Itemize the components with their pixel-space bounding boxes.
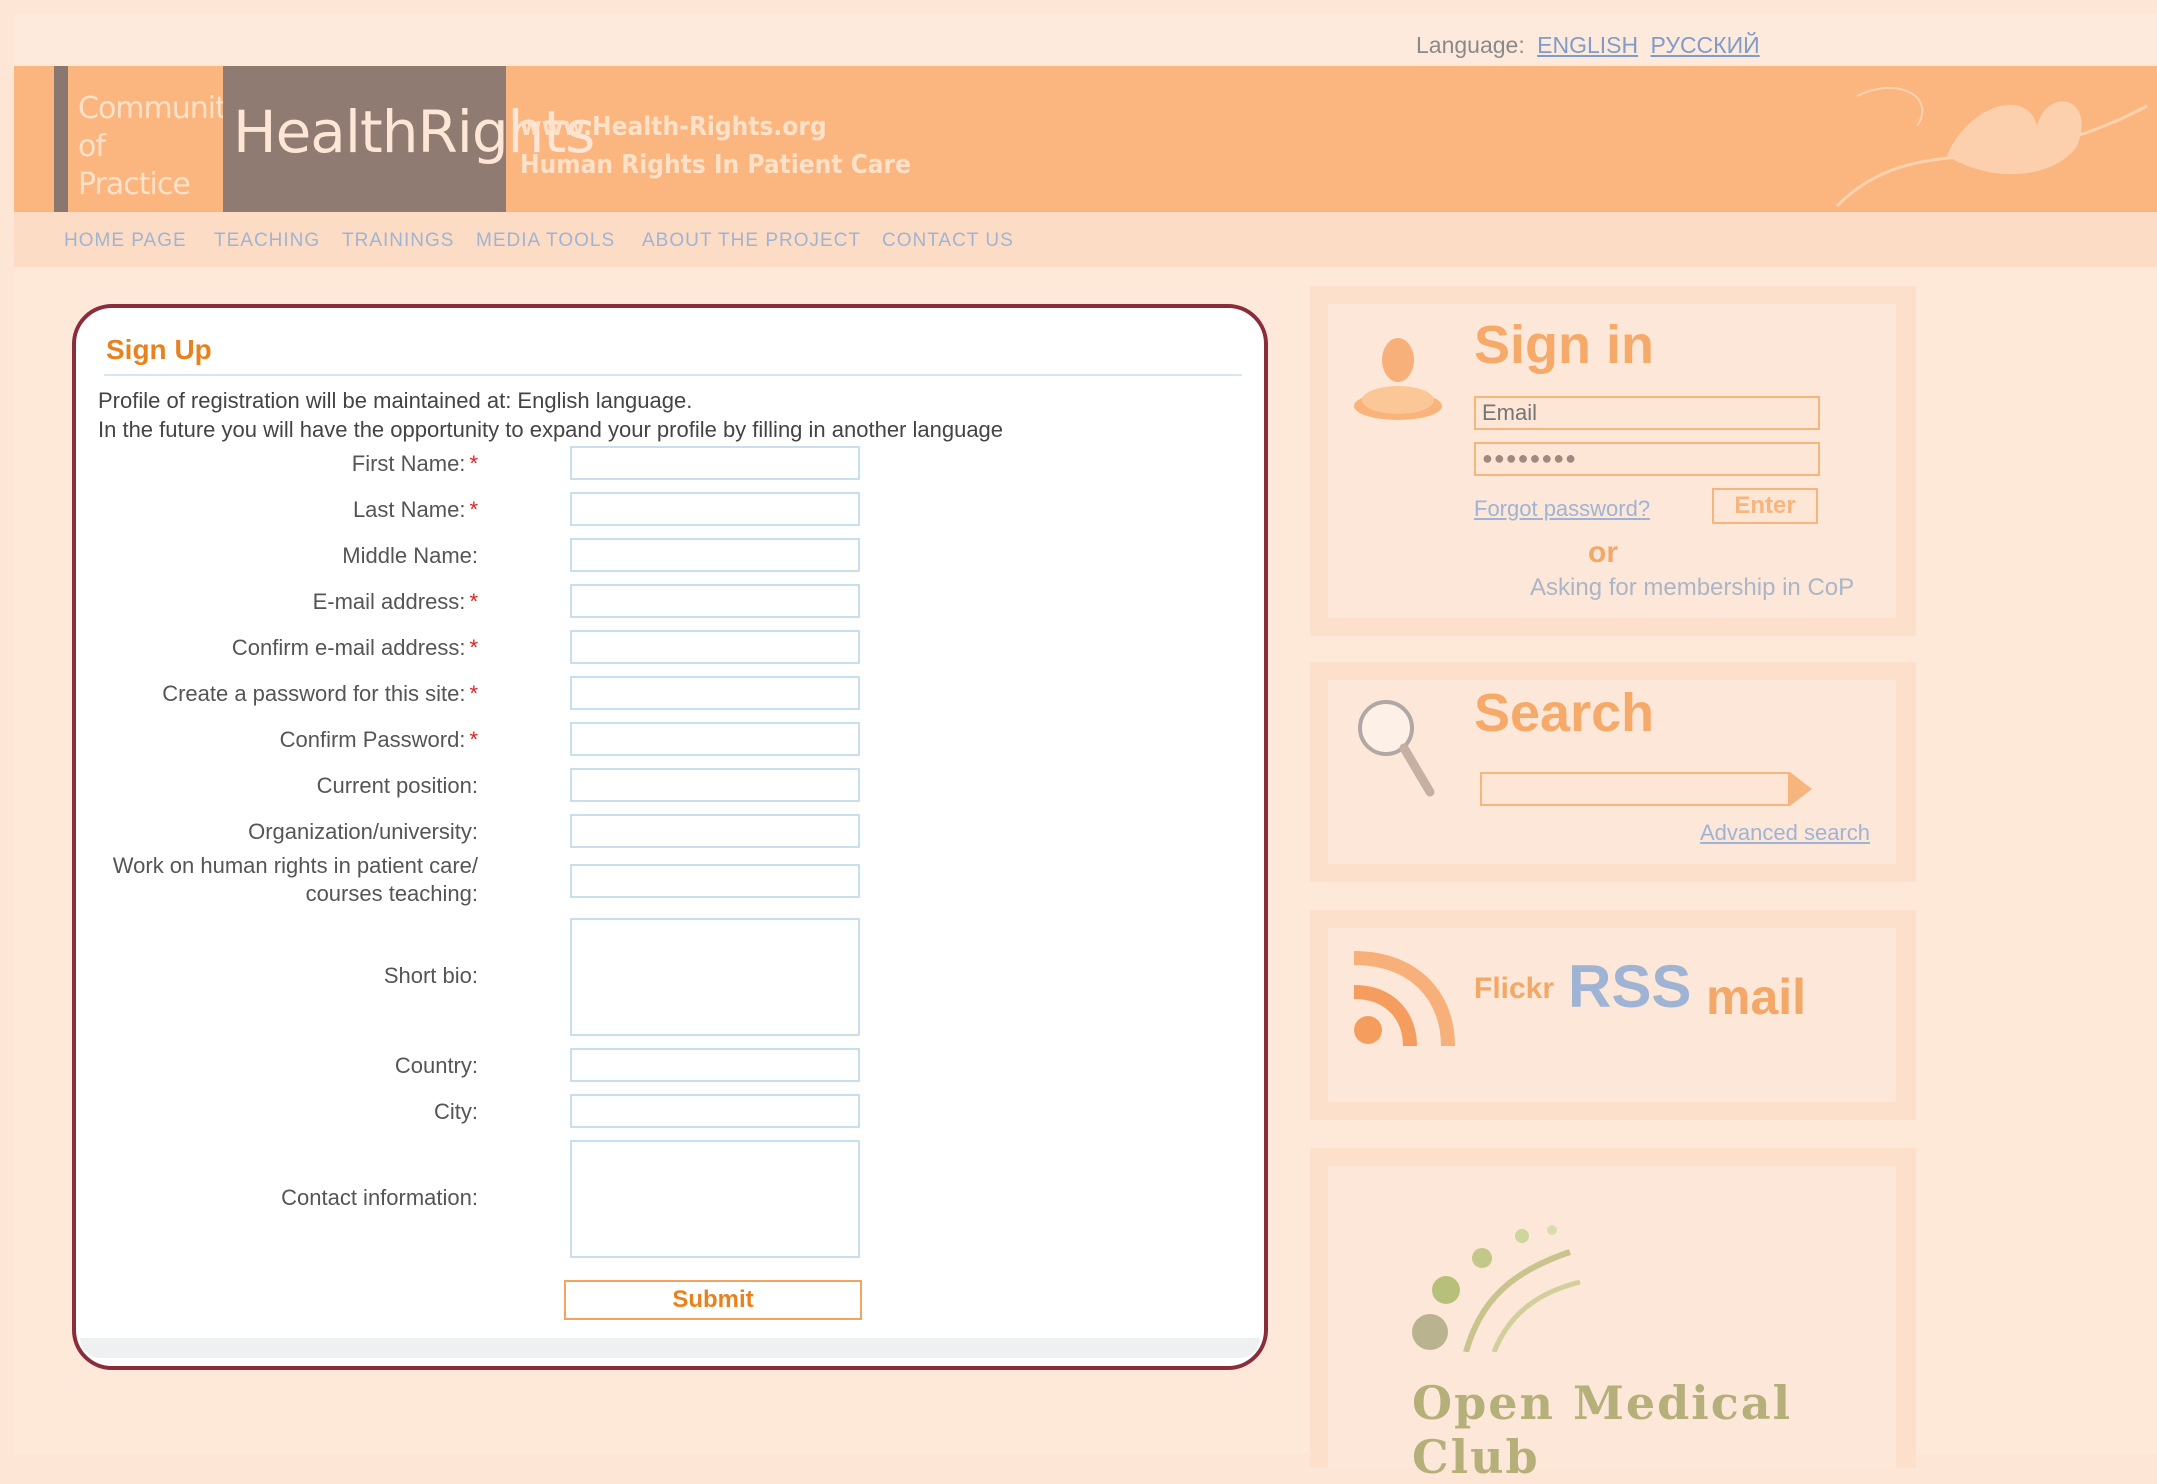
site-url: www.Health-Rights.org <box>520 112 827 142</box>
nav-trainings[interactable]: TRAININGS <box>342 230 454 252</box>
or-label: or <box>1588 536 1618 569</box>
required-mark: * <box>469 451 478 476</box>
site-info: www.Health-Rights.org Human Rights In Pa… <box>520 108 911 184</box>
title-divider <box>104 374 1242 376</box>
confirm-email-label: Confirm e-mail address: * <box>232 634 478 662</box>
first-name-label: First Name: * <box>352 450 478 478</box>
signin-title: Sign in <box>1474 315 1654 375</box>
language-russian-link[interactable]: РУССКИЙ <box>1651 32 1760 58</box>
search-box: Search Advanced search <box>1310 662 1916 882</box>
butterfly-decoration-icon <box>1835 87 2148 208</box>
rss-feed-icon[interactable] <box>1340 946 1460 1056</box>
signin-email-input[interactable] <box>1474 396 1820 430</box>
user-icon <box>1354 338 1442 420</box>
site-tagline: Human Rights In Patient Care <box>520 150 911 180</box>
language-label: Language: <box>1416 32 1525 58</box>
magnifier-icon <box>1358 700 1435 797</box>
last-name-label-text: Last Name: <box>352 497 466 522</box>
open-medical-club-text: Open Medical Club <box>1412 1376 1793 1484</box>
email-label-text: E-mail address: <box>312 589 466 614</box>
password-input[interactable] <box>570 676 860 710</box>
nav-media-tools[interactable]: MEDIA TOOLS <box>476 230 615 252</box>
rss-link[interactable]: RSS <box>1568 952 1691 1021</box>
short-bio-label: Short bio: <box>383 963 478 988</box>
first-name-label-text: First Name: <box>351 451 466 476</box>
main-nav: HOME PAGE TEACHING TRAININGS MEDIA TOOLS… <box>14 212 2157 267</box>
enter-button[interactable]: Enter <box>1712 488 1818 524</box>
middle-name-input[interactable] <box>570 538 860 572</box>
mail-link[interactable]: mail <box>1706 968 1806 1026</box>
confirm-password-input[interactable] <box>570 722 860 756</box>
header-banner: Community of Practice HealthRights www.H… <box>14 66 2157 212</box>
search-input[interactable] <box>1480 772 1790 806</box>
first-name-input[interactable] <box>570 446 860 480</box>
language-english-link[interactable]: ENGLISH <box>1537 32 1638 58</box>
email-input[interactable] <box>570 584 860 618</box>
current-position-input[interactable] <box>570 768 860 802</box>
required-mark: * <box>469 681 478 706</box>
required-mark: * <box>469 497 478 522</box>
signup-title: Sign Up <box>106 334 212 365</box>
open-medical-club-logo-icon[interactable] <box>1410 1192 1590 1352</box>
community-logo[interactable]: Community of Practice <box>68 66 244 212</box>
signup-intro-line-2: In the future you will have the opportun… <box>98 417 1004 442</box>
country-label: Country: <box>394 1053 478 1078</box>
contact-information-label: Contact information: <box>281 1185 478 1210</box>
forgot-password-link[interactable]: Forgot password? <box>1474 496 1650 522</box>
last-name-input[interactable] <box>570 492 860 526</box>
confirm-password-label: Confirm Password: * <box>280 726 478 754</box>
submit-button[interactable]: Submit <box>564 1280 862 1320</box>
flickr-link[interactable]: Flickr <box>1474 972 1554 1006</box>
signup-intro-line-1: Profile of registration will be maintain… <box>98 388 693 413</box>
open-medical-club-box: Open Medical Club <box>1310 1148 1916 1484</box>
nav-about-the-project[interactable]: ABOUT THE PROJECT <box>642 230 861 252</box>
advanced-search-link[interactable]: Advanced search <box>1700 820 1870 846</box>
page: Language: ENGLISH РУССКИЙ Community of P… <box>14 14 2157 1484</box>
signup-intro: Profile of registration will be maintain… <box>98 386 1003 444</box>
required-mark: * <box>469 727 478 752</box>
short-bio-textarea[interactable] <box>570 918 860 1036</box>
country-input[interactable] <box>570 1048 860 1082</box>
community-logo-line-2: of Practice <box>78 129 191 202</box>
contact-information-textarea[interactable] <box>570 1140 860 1258</box>
human-rights-work-label-line-2: courses teaching: <box>305 881 478 906</box>
nav-home-page[interactable]: HOME PAGE <box>64 230 187 252</box>
confirm-password-label-text: Confirm Password: <box>279 727 466 752</box>
membership-link[interactable]: Asking for membership in CoP <box>1530 574 1854 602</box>
signin-password-input[interactable]: ●●●●●●●● <box>1474 442 1820 476</box>
signup-form: Sign Up Profile of registration will be … <box>72 304 1268 1370</box>
social-links-box: Flickr RSS mail <box>1310 910 1916 1120</box>
healthrights-logo[interactable]: HealthRights <box>223 66 595 212</box>
city-label: City: <box>434 1099 478 1124</box>
password-label: Create a password for this site: * <box>162 680 478 708</box>
organization-input[interactable] <box>570 814 860 848</box>
human-rights-work-label-line-1: Work on human rights in patient care/ <box>112 853 478 878</box>
language-bar: Language: ENGLISH РУССКИЙ <box>14 14 2157 64</box>
community-logo-line-1: Community <box>78 91 244 126</box>
city-input[interactable] <box>570 1094 860 1128</box>
signin-box: Sign in ●●●●●●●● Forgot password? Enter … <box>1310 286 1916 636</box>
nav-teaching[interactable]: TEACHING <box>214 230 320 252</box>
required-mark: * <box>469 635 478 660</box>
required-mark: * <box>469 589 478 614</box>
human-rights-work-input[interactable] <box>570 864 860 898</box>
search-title: Search <box>1474 683 1655 743</box>
form-footer-strip <box>80 1338 1260 1358</box>
confirm-email-label-text: Confirm e-mail address: <box>231 635 466 660</box>
banner-stripe <box>54 66 68 212</box>
middle-name-label: Middle Name: <box>342 543 478 568</box>
search-submit-icon[interactable] <box>1790 772 1814 806</box>
human-rights-work-label: Work on human rights in patient care/ co… <box>113 852 478 908</box>
current-position-label: Current position: <box>316 773 478 798</box>
organization-label: Organization/university: <box>248 819 478 844</box>
language-selector: Language: ENGLISH РУССКИЙ <box>1416 32 1760 59</box>
confirm-email-input[interactable] <box>570 630 860 664</box>
password-label-text: Create a password for this site: <box>162 681 466 706</box>
nav-contact-us[interactable]: CONTACT US <box>882 230 1014 252</box>
email-label: E-mail address: * <box>313 588 478 616</box>
last-name-label: Last Name: * <box>353 496 478 524</box>
